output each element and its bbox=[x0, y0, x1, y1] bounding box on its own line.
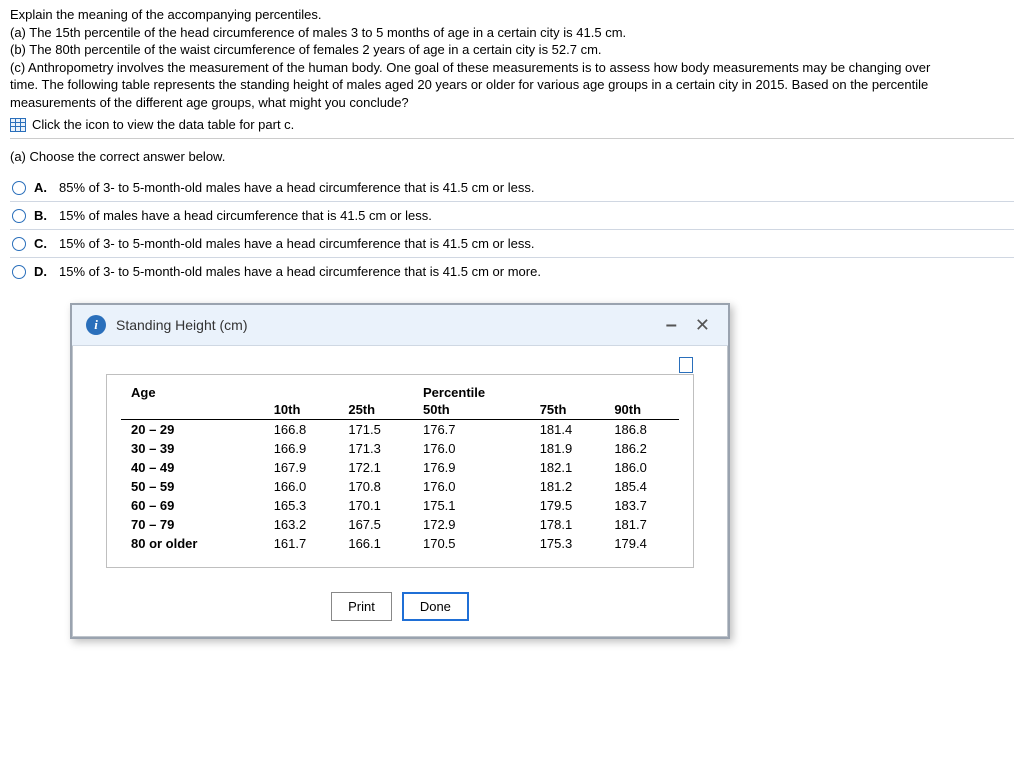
modal-title: Standing Height (cm) bbox=[116, 317, 248, 333]
value-cell: 172.9 bbox=[413, 515, 530, 534]
value-cell: 186.8 bbox=[604, 420, 679, 440]
intro-line-c1: (c) Anthropometry involves the measureme… bbox=[10, 59, 1014, 77]
value-cell: 179.5 bbox=[530, 496, 605, 515]
value-cell: 176.9 bbox=[413, 458, 530, 477]
view-data-table-label: Click the icon to view the data table fo… bbox=[32, 117, 294, 132]
value-cell: 175.1 bbox=[413, 496, 530, 515]
choice-text: 15% of males have a head circumference t… bbox=[59, 208, 432, 223]
col-header: 50th bbox=[413, 400, 530, 420]
value-cell: 176.0 bbox=[413, 477, 530, 496]
value-cell: 185.4 bbox=[604, 477, 679, 496]
value-cell: 186.0 bbox=[604, 458, 679, 477]
value-cell: 176.0 bbox=[413, 439, 530, 458]
age-cell: 40 – 49 bbox=[121, 458, 264, 477]
answer-choices: A. 85% of 3- to 5-month-old males have a… bbox=[10, 174, 1014, 285]
table-row: 50 – 59166.0170.8176.0181.2185.4 bbox=[121, 477, 679, 496]
col-header: 75th bbox=[530, 400, 605, 420]
print-button[interactable]: Print bbox=[331, 592, 392, 621]
choice-a[interactable]: A. 85% of 3- to 5-month-old males have a… bbox=[10, 174, 1014, 202]
choice-c[interactable]: C. 15% of 3- to 5-month-old males have a… bbox=[10, 230, 1014, 258]
copy-icon[interactable] bbox=[679, 357, 693, 373]
value-cell: 171.3 bbox=[338, 439, 413, 458]
data-table-modal: i Standing Height (cm) – ✕ Age Percentil… bbox=[70, 303, 730, 639]
choice-letter: D. bbox=[34, 264, 47, 279]
choice-d[interactable]: D. 15% of 3- to 5-month-old males have a… bbox=[10, 258, 1014, 285]
table-row: 20 – 29166.8171.5176.7181.4186.8 bbox=[121, 420, 679, 440]
value-cell: 181.2 bbox=[530, 477, 605, 496]
part-a-prompt: (a) Choose the correct answer below. bbox=[10, 149, 1014, 164]
close-button[interactable]: ✕ bbox=[691, 316, 714, 334]
intro-line-c3: measurements of the different age groups… bbox=[10, 94, 1014, 112]
intro-line: Explain the meaning of the accompanying … bbox=[10, 6, 1014, 24]
divider bbox=[10, 138, 1014, 139]
age-cell: 50 – 59 bbox=[121, 477, 264, 496]
value-cell: 166.8 bbox=[264, 420, 339, 440]
col-header: 90th bbox=[604, 400, 679, 420]
age-cell: 20 – 29 bbox=[121, 420, 264, 440]
value-cell: 172.1 bbox=[338, 458, 413, 477]
col-header: 25th bbox=[338, 400, 413, 420]
value-cell: 167.9 bbox=[264, 458, 339, 477]
age-cell: 80 or older bbox=[121, 534, 264, 553]
value-cell: 181.7 bbox=[604, 515, 679, 534]
modal-body: Age Percentile 10th 25th 50th 75th 90th bbox=[72, 346, 728, 580]
table-row: 80 or older161.7166.1170.5175.3179.4 bbox=[121, 534, 679, 553]
radio-icon[interactable] bbox=[12, 209, 26, 223]
choice-text: 85% of 3- to 5-month-old males have a he… bbox=[59, 180, 534, 195]
table-icon bbox=[10, 118, 26, 132]
value-cell: 165.3 bbox=[264, 496, 339, 515]
table-row: 30 – 39166.9171.3176.0181.9186.2 bbox=[121, 439, 679, 458]
value-cell: 170.8 bbox=[338, 477, 413, 496]
value-cell: 179.4 bbox=[604, 534, 679, 553]
value-cell: 166.9 bbox=[264, 439, 339, 458]
col-header: 10th bbox=[264, 400, 339, 420]
value-cell: 183.7 bbox=[604, 496, 679, 515]
age-cell: 60 – 69 bbox=[121, 496, 264, 515]
value-cell: 171.5 bbox=[338, 420, 413, 440]
table-age-header: Age bbox=[121, 383, 264, 400]
radio-icon[interactable] bbox=[12, 237, 26, 251]
value-cell: 182.1 bbox=[530, 458, 605, 477]
value-cell: 178.1 bbox=[530, 515, 605, 534]
age-cell: 70 – 79 bbox=[121, 515, 264, 534]
intro-line-a: (a) The 15th percentile of the head circ… bbox=[10, 24, 1014, 42]
intro-line-b: (b) The 80th percentile of the waist cir… bbox=[10, 41, 1014, 59]
question-intro: Explain the meaning of the accompanying … bbox=[10, 6, 1014, 132]
info-icon: i bbox=[86, 315, 106, 335]
radio-icon[interactable] bbox=[12, 265, 26, 279]
value-cell: 170.1 bbox=[338, 496, 413, 515]
value-cell: 170.5 bbox=[413, 534, 530, 553]
table-percentile-header: Percentile bbox=[413, 383, 530, 400]
modal-header: i Standing Height (cm) – ✕ bbox=[72, 305, 728, 346]
table-row: 40 – 49167.9172.1176.9182.1186.0 bbox=[121, 458, 679, 477]
radio-icon[interactable] bbox=[12, 181, 26, 195]
age-cell: 30 – 39 bbox=[121, 439, 264, 458]
choice-letter: B. bbox=[34, 208, 47, 223]
choice-letter: A. bbox=[34, 180, 47, 195]
modal-footer: Print Done bbox=[72, 580, 728, 637]
value-cell: 166.1 bbox=[338, 534, 413, 553]
value-cell: 166.0 bbox=[264, 477, 339, 496]
value-cell: 181.9 bbox=[530, 439, 605, 458]
data-card: Age Percentile 10th 25th 50th 75th 90th bbox=[106, 374, 694, 568]
value-cell: 161.7 bbox=[264, 534, 339, 553]
value-cell: 181.4 bbox=[530, 420, 605, 440]
choice-text: 15% of 3- to 5-month-old males have a he… bbox=[59, 264, 541, 279]
value-cell: 167.5 bbox=[338, 515, 413, 534]
done-button[interactable]: Done bbox=[402, 592, 469, 621]
table-row: 60 – 69165.3170.1175.1179.5183.7 bbox=[121, 496, 679, 515]
height-table: Age Percentile 10th 25th 50th 75th 90th bbox=[121, 383, 679, 553]
minimize-button[interactable]: – bbox=[662, 315, 681, 335]
choice-letter: C. bbox=[34, 236, 47, 251]
table-row: 70 – 79163.2167.5172.9178.1181.7 bbox=[121, 515, 679, 534]
choice-text: 15% of 3- to 5-month-old males have a he… bbox=[59, 236, 534, 251]
intro-line-c2: time. The following table represents the… bbox=[10, 76, 1014, 94]
value-cell: 163.2 bbox=[264, 515, 339, 534]
value-cell: 175.3 bbox=[530, 534, 605, 553]
choice-b[interactable]: B. 15% of males have a head circumferenc… bbox=[10, 202, 1014, 230]
value-cell: 176.7 bbox=[413, 420, 530, 440]
view-data-table-link[interactable]: Click the icon to view the data table fo… bbox=[10, 117, 1014, 132]
value-cell: 186.2 bbox=[604, 439, 679, 458]
